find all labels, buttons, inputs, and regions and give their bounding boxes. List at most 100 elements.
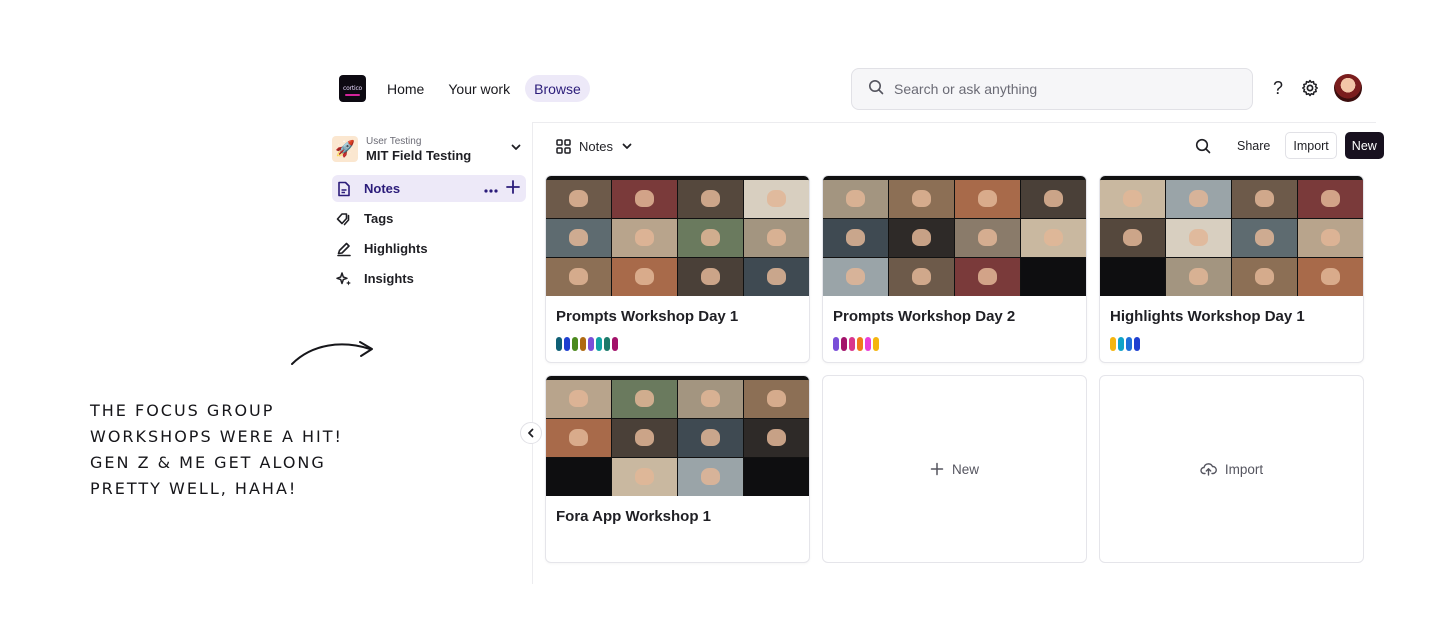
video-tile	[823, 258, 888, 296]
tag-pill	[596, 337, 602, 351]
sidebar-item-label: Notes	[364, 181, 401, 196]
avatar[interactable]	[1334, 74, 1362, 102]
gear-icon	[1302, 79, 1318, 97]
new-note-card[interactable]: New	[822, 375, 1087, 563]
logo-text: cortico	[342, 85, 363, 92]
import-button[interactable]: Import	[1285, 132, 1337, 159]
import-note-card[interactable]: Import	[1099, 375, 1364, 563]
cloud-upload-icon	[1200, 463, 1217, 476]
search-input[interactable]	[894, 81, 1214, 97]
sidebar-item-tags[interactable]: Tags	[332, 205, 526, 232]
workspace-title: MIT Field Testing	[366, 147, 472, 163]
more-options-icon[interactable]	[484, 181, 498, 196]
grid-icon	[556, 138, 571, 154]
tag-pills	[1100, 325, 1363, 351]
note-card[interactable]: Prompts Workshop Day 2	[822, 175, 1087, 363]
note-card[interactable]: Prompts Workshop Day 1	[545, 175, 810, 363]
top-right-icons: ?	[1268, 74, 1362, 102]
settings-button[interactable]	[1300, 74, 1320, 102]
tag-pill	[588, 337, 594, 351]
global-search[interactable]	[851, 68, 1253, 110]
video-tile	[1100, 180, 1165, 218]
video-tile	[823, 180, 888, 218]
card-title: Prompts Workshop Day 1	[556, 308, 739, 325]
video-tile	[678, 180, 743, 218]
video-tile	[612, 458, 677, 496]
tag-pills	[546, 325, 809, 351]
tag-pill	[1118, 337, 1124, 351]
video-tile	[1021, 219, 1086, 257]
video-thumbnail	[546, 176, 809, 296]
note-line: pretty well, haha!	[90, 479, 298, 498]
new-button[interactable]: New	[1344, 132, 1384, 159]
video-tile	[1021, 258, 1086, 296]
video-tile	[744, 419, 809, 457]
note-card[interactable]: Highlights Workshop Day 1	[1099, 175, 1364, 363]
video-tile	[955, 258, 1020, 296]
video-tile	[612, 219, 677, 257]
video-tile	[889, 219, 954, 257]
header-divider	[532, 122, 1376, 123]
video-tile	[1166, 258, 1231, 296]
tag-icon	[336, 211, 352, 227]
tag-pill	[580, 337, 586, 351]
video-thumbnail	[546, 376, 809, 496]
share-button[interactable]: Share	[1230, 132, 1277, 159]
help-icon: ?	[1272, 77, 1283, 98]
nav-your-work[interactable]: Your work	[439, 75, 519, 102]
tag-pills	[546, 525, 809, 537]
video-tile	[955, 180, 1020, 218]
toolbar-actions: Share Import New	[1190, 132, 1384, 159]
tag-pill	[572, 337, 578, 351]
app-logo[interactable]: cortico	[339, 75, 366, 102]
chevron-down-icon	[622, 143, 632, 149]
help-button[interactable]: ?	[1268, 74, 1288, 102]
highlighter-icon	[336, 241, 352, 257]
video-tile	[678, 419, 743, 457]
tag-pill	[865, 337, 871, 351]
sidebar-item-label: Highlights	[364, 241, 428, 256]
tag-pill	[873, 337, 879, 351]
rocket-icon: 🚀	[332, 136, 358, 162]
video-tile	[546, 258, 611, 296]
sidebar-divider	[532, 122, 533, 584]
tag-pill	[604, 337, 610, 351]
note-line: workshops were a hit!	[90, 427, 343, 446]
sidebar-item-highlights[interactable]: Highlights	[332, 235, 526, 262]
video-thumbnail	[1100, 176, 1363, 296]
video-tile	[744, 180, 809, 218]
nav-home[interactable]: Home	[378, 75, 433, 102]
search-notes-button[interactable]	[1190, 133, 1216, 159]
workspace-selector[interactable]: 🚀 User Testing MIT Field Testing	[332, 132, 522, 166]
video-tile	[1298, 219, 1363, 257]
annotation-note: The focus group workshops were a hit! Ge…	[90, 398, 360, 502]
video-tile	[678, 219, 743, 257]
note-card[interactable]: Fora App Workshop 1	[545, 375, 810, 563]
view-selector[interactable]: Notes	[556, 134, 633, 158]
video-tile	[1100, 219, 1165, 257]
video-tile	[546, 219, 611, 257]
tag-pill	[1126, 337, 1132, 351]
sidebar-nav: Notes Tags Highlights Insights	[332, 175, 526, 295]
video-tile	[889, 180, 954, 218]
collapse-sidebar-button[interactable]	[520, 422, 542, 444]
video-tile	[546, 419, 611, 457]
tag-pill	[1134, 337, 1140, 351]
video-tile	[678, 458, 743, 496]
sidebar-item-insights[interactable]: Insights	[332, 265, 526, 292]
video-tile	[678, 380, 743, 418]
video-tile	[889, 258, 954, 296]
nav-browse[interactable]: Browse	[525, 75, 590, 102]
note-line: The focus group	[90, 401, 275, 420]
video-tile	[744, 458, 809, 496]
note-icon	[336, 181, 352, 197]
video-tile	[744, 219, 809, 257]
add-note-icon[interactable]	[506, 180, 520, 197]
tag-pill	[841, 337, 847, 351]
tag-pill	[849, 337, 855, 351]
video-tile	[612, 419, 677, 457]
tag-pill	[833, 337, 839, 351]
tag-pill	[612, 337, 618, 351]
tag-pill	[556, 337, 562, 351]
sidebar-item-notes[interactable]: Notes	[332, 175, 526, 202]
